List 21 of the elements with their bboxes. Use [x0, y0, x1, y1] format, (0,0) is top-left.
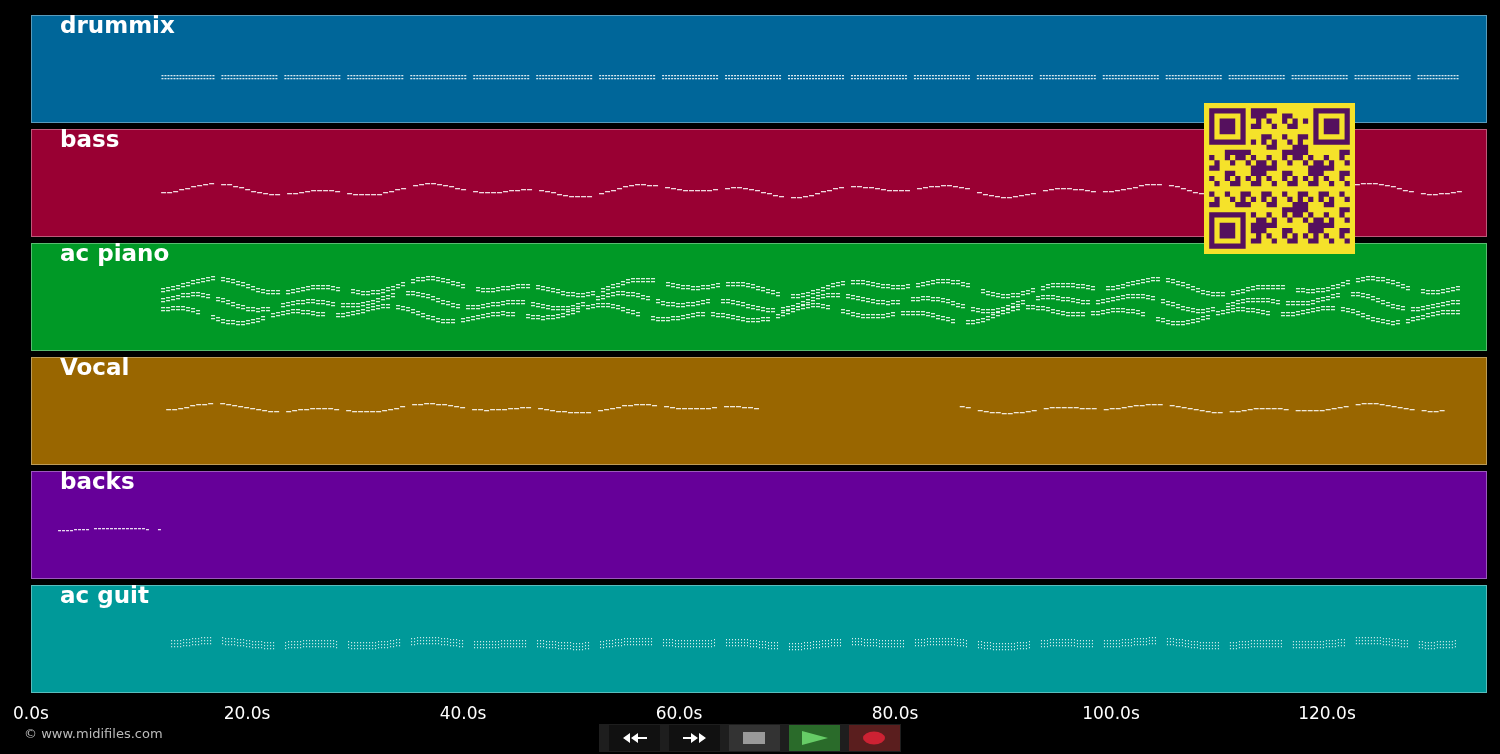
fast-forward-button[interactable]: [669, 725, 720, 751]
axis-label: 60.0s: [655, 703, 703, 723]
axis-label: 20.0s: [223, 703, 271, 723]
play-button[interactable]: [789, 725, 840, 751]
axis-label: 120.0s: [1298, 703, 1356, 723]
qr-code-icon: [1204, 103, 1355, 254]
play-icon: [800, 730, 829, 746]
axis-label: 40.0s: [439, 703, 487, 723]
rewind-button[interactable]: [609, 725, 660, 751]
track-name: ac piano: [60, 239, 170, 268]
stop-button[interactable]: [729, 725, 780, 751]
track-name: drummix: [60, 11, 175, 40]
axis-label: 0.0s: [13, 703, 49, 723]
track-name: Vocal: [60, 353, 130, 382]
track-name: bass: [60, 125, 120, 154]
record-button[interactable]: [849, 725, 900, 751]
axis-label: 100.0s: [1082, 703, 1140, 723]
track-name: backs: [60, 467, 135, 496]
track-name: ac guit: [60, 581, 149, 610]
copyright-text: © www.midifiles.com: [24, 726, 163, 742]
axis-label: 80.0s: [871, 703, 919, 723]
